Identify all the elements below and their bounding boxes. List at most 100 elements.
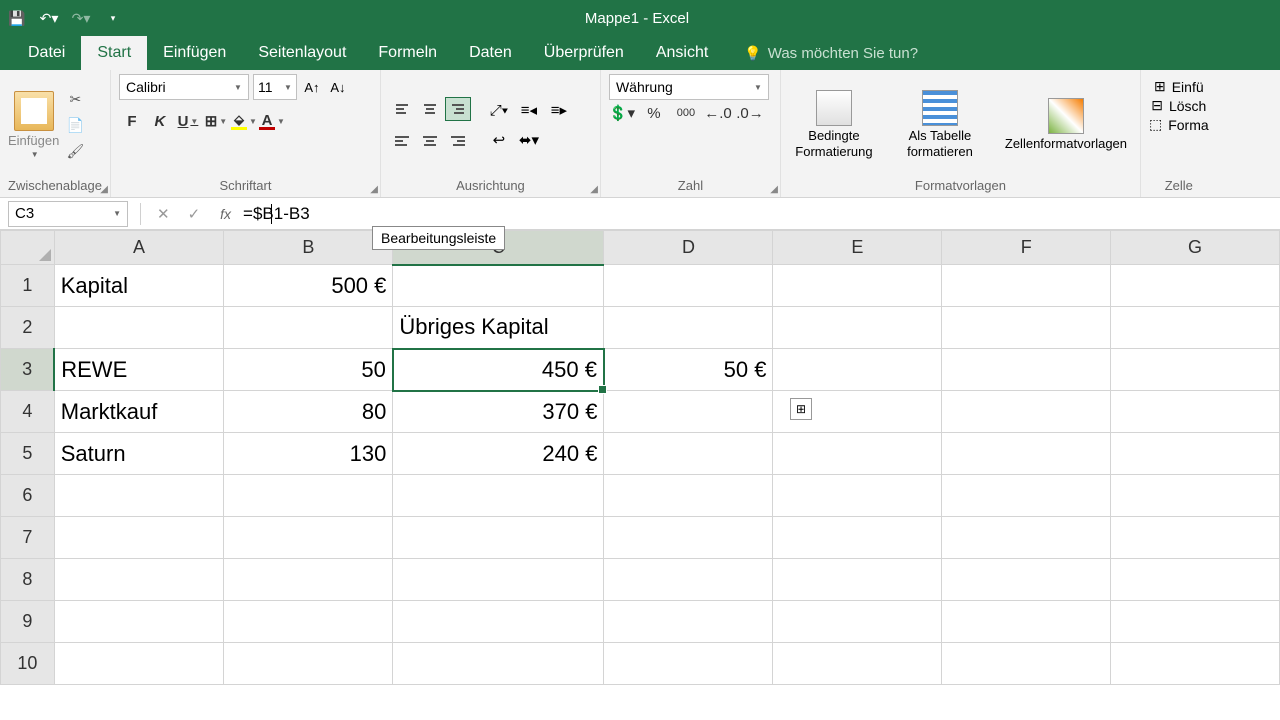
cell-D4[interactable] — [604, 391, 773, 433]
cell-E2[interactable] — [773, 307, 942, 349]
cell-F3[interactable] — [942, 349, 1111, 391]
column-header-E[interactable]: E — [773, 231, 942, 265]
cell-G1[interactable] — [1111, 265, 1280, 307]
cell-A1[interactable]: Kapital — [54, 265, 224, 307]
qat-customize-icon[interactable]: ▾ — [104, 9, 122, 27]
worksheet-grid[interactable]: A B C D E F G 1 Kapital 500 € 2 Übriges … — [0, 230, 1280, 685]
cell-G2[interactable] — [1111, 307, 1280, 349]
column-header-B[interactable]: B — [224, 231, 393, 265]
cell-G3[interactable] — [1111, 349, 1280, 391]
borders-icon[interactable]: ⊞▼ — [203, 108, 229, 134]
cell-E1[interactable] — [773, 265, 942, 307]
tell-me-search[interactable]: 💡 Was möchten Sie tun? — [744, 45, 918, 70]
tab-page-layout[interactable]: Seitenlayout — [242, 36, 362, 70]
align-middle-icon[interactable] — [417, 97, 443, 121]
cell-E3[interactable] — [773, 349, 942, 391]
row-header-8[interactable]: 8 — [1, 559, 55, 601]
row-header-7[interactable]: 7 — [1, 517, 55, 559]
paste-dropdown-icon[interactable]: ▼ — [31, 150, 39, 159]
italic-button[interactable]: K — [147, 108, 173, 134]
cell-F2[interactable] — [942, 307, 1111, 349]
row-header-6[interactable]: 6 — [1, 475, 55, 517]
percent-format-button[interactable]: % — [641, 100, 667, 126]
decrease-font-icon[interactable]: A↓ — [327, 74, 349, 100]
cell-E5[interactable] — [773, 433, 942, 475]
cell-B4[interactable]: 80 — [224, 391, 393, 433]
cell-F4[interactable] — [942, 391, 1111, 433]
cell-C3[interactable]: 450 € — [393, 349, 604, 391]
row-header-3[interactable]: 3 — [1, 349, 55, 391]
cut-icon[interactable]: ✂ — [65, 89, 85, 109]
column-header-A[interactable]: A — [54, 231, 224, 265]
column-header-G[interactable]: G — [1111, 231, 1280, 265]
font-color-button[interactable]: A▼ — [259, 108, 285, 134]
cell-D3[interactable]: 50 € — [604, 349, 773, 391]
row-header-1[interactable]: 1 — [1, 265, 55, 307]
row-header-5[interactable]: 5 — [1, 433, 55, 475]
comma-format-button[interactable]: 000 — [673, 100, 699, 126]
cell-C2[interactable]: Übriges Kapital — [393, 307, 604, 349]
column-header-D[interactable]: D — [604, 231, 773, 265]
tab-insert[interactable]: Einfügen — [147, 36, 242, 70]
align-top-icon[interactable] — [389, 97, 415, 121]
row-header-4[interactable]: 4 — [1, 391, 55, 433]
fill-color-button[interactable]: ⬙▼ — [231, 108, 257, 134]
align-left-icon[interactable] — [389, 129, 415, 153]
cell-G5[interactable] — [1111, 433, 1280, 475]
cell-F5[interactable] — [942, 433, 1111, 475]
fx-icon[interactable]: fx — [220, 206, 231, 222]
cell-G4[interactable] — [1111, 391, 1280, 433]
cell-B2[interactable] — [224, 307, 393, 349]
align-center-icon[interactable] — [417, 129, 443, 153]
font-launcher-icon[interactable]: ◢ — [370, 184, 378, 195]
cell-B1[interactable]: 500 € — [224, 265, 393, 307]
conditional-formatting-button[interactable]: Bedingte Formatierung — [789, 90, 879, 159]
cell-C5[interactable]: 240 € — [393, 433, 604, 475]
align-bottom-icon[interactable] — [445, 97, 471, 121]
clipboard-launcher-icon[interactable]: ◢ — [100, 184, 108, 195]
underline-button[interactable]: U▼ — [175, 108, 201, 134]
cell-D1[interactable] — [604, 265, 773, 307]
decrease-decimal-icon[interactable]: .0→ — [737, 100, 763, 126]
autofill-options-icon[interactable]: ⊞ — [790, 398, 812, 420]
row-header-2[interactable]: 2 — [1, 307, 55, 349]
cell-C4[interactable]: 370 € — [393, 391, 604, 433]
cell-F1[interactable] — [942, 265, 1111, 307]
cell-A4[interactable]: Marktkauf — [54, 391, 224, 433]
number-format-select[interactable]: Währung▼ — [609, 74, 769, 100]
accounting-format-icon[interactable]: 💲▾ — [609, 100, 635, 126]
insert-cells-button[interactable]: ⊞Einfü — [1154, 78, 1204, 95]
format-as-table-button[interactable]: Als Tabelle formatieren — [895, 90, 985, 159]
cell-A5[interactable]: Saturn — [54, 433, 224, 475]
delete-cells-button[interactable]: ⊟Lösch — [1151, 97, 1206, 114]
formula-input[interactable]: =$B1-B3 — [239, 204, 1280, 224]
column-header-F[interactable]: F — [942, 231, 1111, 265]
tab-file[interactable]: Datei — [12, 36, 81, 70]
tab-data[interactable]: Daten — [453, 36, 528, 70]
decrease-indent-icon[interactable]: ≡◂ — [515, 98, 543, 122]
copy-icon[interactable]: 📄 — [65, 115, 85, 135]
bold-button[interactable]: F — [119, 108, 145, 134]
alignment-launcher-icon[interactable]: ◢ — [590, 184, 598, 195]
format-cells-button[interactable]: ⬚Forma — [1149, 116, 1209, 133]
redo-icon[interactable]: ↷▾ — [72, 9, 90, 27]
row-header-9[interactable]: 9 — [1, 601, 55, 643]
cell-A3[interactable]: REWE — [54, 349, 224, 391]
cell-styles-button[interactable]: Zellenformatvorlagen — [1001, 98, 1131, 152]
format-painter-icon[interactable]: 🖌 — [65, 141, 85, 161]
cell-D5[interactable] — [604, 433, 773, 475]
increase-font-icon[interactable]: A↑ — [301, 74, 323, 100]
row-header-10[interactable]: 10 — [1, 643, 55, 685]
number-launcher-icon[interactable]: ◢ — [770, 184, 778, 195]
tab-view[interactable]: Ansicht — [640, 36, 724, 70]
cell-B5[interactable]: 130 — [224, 433, 393, 475]
increase-decimal-icon[interactable]: ←.0 — [705, 100, 731, 126]
cell-A2[interactable] — [54, 307, 224, 349]
cell-D2[interactable] — [604, 307, 773, 349]
undo-icon[interactable]: ↶▾ — [40, 9, 58, 27]
paste-button[interactable]: Einfügen — [8, 133, 59, 148]
align-right-icon[interactable] — [445, 129, 471, 153]
name-box[interactable]: C3▼ — [8, 201, 128, 227]
select-all-corner[interactable] — [1, 231, 55, 265]
paste-icon[interactable] — [14, 91, 54, 131]
